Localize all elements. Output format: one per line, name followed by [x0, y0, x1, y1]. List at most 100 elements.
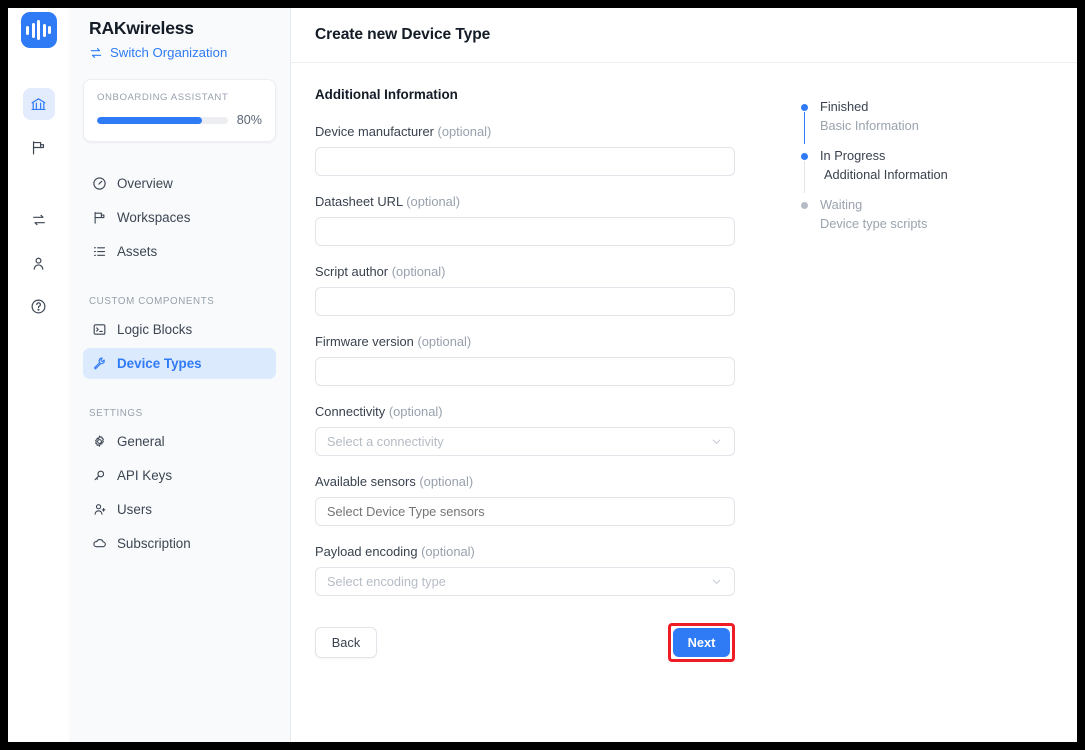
gauge-icon — [91, 176, 107, 192]
sidebar-item-users[interactable]: Users — [83, 494, 276, 525]
chevron-down-icon — [710, 575, 723, 588]
back-button[interactable]: Back — [315, 627, 377, 658]
chevron-down-icon — [710, 435, 723, 448]
field-label-text: Firmware version — [315, 334, 414, 349]
field-optional-tag: (optional) — [391, 264, 446, 279]
rail-item-transfer[interactable] — [23, 204, 55, 236]
field-label: Connectivity (optional) — [315, 404, 778, 419]
datasheet-url-input[interactable] — [315, 217, 735, 246]
wrench-icon — [91, 356, 107, 372]
field-script-author: Script author (optional) — [315, 264, 778, 316]
sidebar-item-label: Workspaces — [117, 209, 191, 225]
user-icon — [33, 257, 44, 270]
sidebar-item-label: General — [117, 433, 165, 449]
step-name: Basic Information — [820, 118, 919, 133]
sidebar-item-api-keys[interactable]: API Keys — [83, 460, 276, 491]
field-payload-encoding: Payload encoding (optional) Select encod… — [315, 544, 778, 596]
sidebar-item-label: Assets — [117, 243, 158, 259]
step-dot-icon — [800, 104, 808, 111]
sidebar-item-label: Device Types — [117, 355, 202, 371]
sidebar-item-subscription[interactable]: Subscription — [83, 528, 276, 559]
field-optional-tag: (optional) — [419, 474, 474, 489]
rail-item-organization[interactable] — [22, 88, 55, 120]
onboarding-progress-bar — [97, 116, 228, 124]
connectivity-select-placeholder: Select a connectivity — [327, 434, 444, 449]
stepper-step-device-type-scripts: Waiting Device type scripts — [795, 196, 1077, 245]
sidebar-item-label: Overview — [117, 175, 173, 191]
device-manufacturer-input[interactable] — [315, 147, 735, 176]
switch-organization-link[interactable]: Switch Organization — [83, 39, 276, 60]
wizard-stepper: Finished Basic Information In Progress A… — [778, 87, 1077, 742]
icon-rail — [8, 8, 69, 742]
terminal-icon — [91, 322, 107, 338]
field-connectivity: Connectivity (optional) Select a connect… — [315, 404, 778, 456]
rail-item-workspaces[interactable] — [23, 131, 55, 163]
firmware-version-input[interactable] — [315, 357, 735, 386]
sidebar-item-workspaces[interactable]: Workspaces — [83, 202, 276, 233]
payload-encoding-select[interactable]: Select encoding type — [315, 567, 735, 596]
field-label-text: Datasheet URL — [315, 194, 403, 209]
field-label: Device manufacturer (optional) — [315, 124, 778, 139]
field-optional-tag: (optional) — [437, 124, 492, 139]
sidebar-item-overview[interactable]: Overview — [83, 168, 276, 199]
switch-organization-label: Switch Organization — [110, 45, 228, 60]
user-add-icon — [91, 502, 107, 518]
field-datasheet-url: Datasheet URL (optional) — [315, 194, 778, 246]
field-label-text: Payload encoding — [315, 544, 418, 559]
list-icon — [91, 244, 107, 260]
sidebar-item-assets[interactable]: Assets — [83, 236, 276, 267]
field-label: Available sensors (optional) — [315, 474, 778, 489]
field-firmware-version: Firmware version (optional) — [315, 334, 778, 386]
field-label-text: Connectivity — [315, 404, 386, 419]
field-label-text: Available sensors — [315, 474, 416, 489]
sidebar-group-main: Overview Workspaces Assets — [83, 142, 276, 267]
field-optional-tag: (optional) — [406, 194, 460, 209]
key-icon — [91, 468, 107, 484]
rail-item-account[interactable] — [23, 247, 55, 279]
onboarding-assistant-card[interactable]: ONBOARDING ASSISTANT 80% — [83, 79, 276, 142]
rail-item-help[interactable] — [23, 290, 55, 322]
cloud-icon — [91, 536, 107, 552]
step-dot-icon — [800, 153, 808, 160]
field-label-text: Script author — [315, 264, 389, 279]
sidebar-group-settings: SETTINGS General API Keys Users Subscrip… — [83, 382, 276, 559]
sidebar-group-label: CUSTOM COMPONENTS — [89, 296, 215, 307]
stepper-step-additional-information: In Progress Additional Information — [795, 147, 1077, 196]
connectivity-select[interactable]: Select a connectivity — [315, 427, 735, 456]
field-optional-tag: (optional) — [417, 334, 472, 349]
page-title: Create new Device Type — [315, 26, 491, 43]
field-optional-tag: (optional) — [388, 404, 443, 419]
stepper-step-basic-information: Finished Basic Information — [795, 98, 1077, 147]
help-circle-icon — [31, 299, 46, 313]
sidebar-item-label: Users — [117, 501, 152, 517]
field-available-sensors: Available sensors (optional) — [315, 474, 778, 526]
flag-icon — [32, 140, 45, 154]
step-name: Device type scripts — [820, 216, 928, 231]
form-actions: Back Next — [315, 623, 735, 662]
field-optional-tag: (optional) — [421, 544, 475, 559]
sidebar-item-logic-blocks[interactable]: Logic Blocks — [83, 314, 276, 345]
step-dot-icon — [800, 202, 808, 209]
swap-arrows-icon — [90, 47, 102, 58]
sidebar: RAKwireless Switch Organization ONBOARDI… — [69, 8, 291, 742]
next-button[interactable]: Next — [673, 628, 730, 657]
sidebar-item-general[interactable]: General — [83, 426, 276, 457]
payload-encoding-select-placeholder: Select encoding type — [327, 574, 446, 589]
step-status: Finished — [820, 99, 869, 114]
available-sensors-input[interactable] — [315, 497, 735, 526]
waveform-logo-icon — [20, 12, 57, 48]
step-name: Additional Information — [824, 167, 948, 182]
step-status: Waiting — [820, 197, 863, 212]
field-label: Script author (optional) — [315, 264, 778, 279]
onboarding-percent-label: 80% — [236, 113, 262, 127]
section-title: Additional Information — [315, 87, 458, 102]
sidebar-group-label: SETTINGS — [89, 408, 143, 419]
next-button-highlight: Next — [668, 623, 735, 662]
onboarding-progress-fill — [97, 116, 202, 124]
onboarding-title: ONBOARDING ASSISTANT — [97, 92, 229, 103]
bank-icon — [31, 97, 46, 110]
script-author-input[interactable] — [315, 287, 735, 316]
sidebar-item-label: Logic Blocks — [117, 321, 193, 337]
field-device-manufacturer: Device manufacturer (optional) — [315, 124, 778, 176]
sidebar-item-device-types[interactable]: Device Types — [83, 348, 276, 379]
